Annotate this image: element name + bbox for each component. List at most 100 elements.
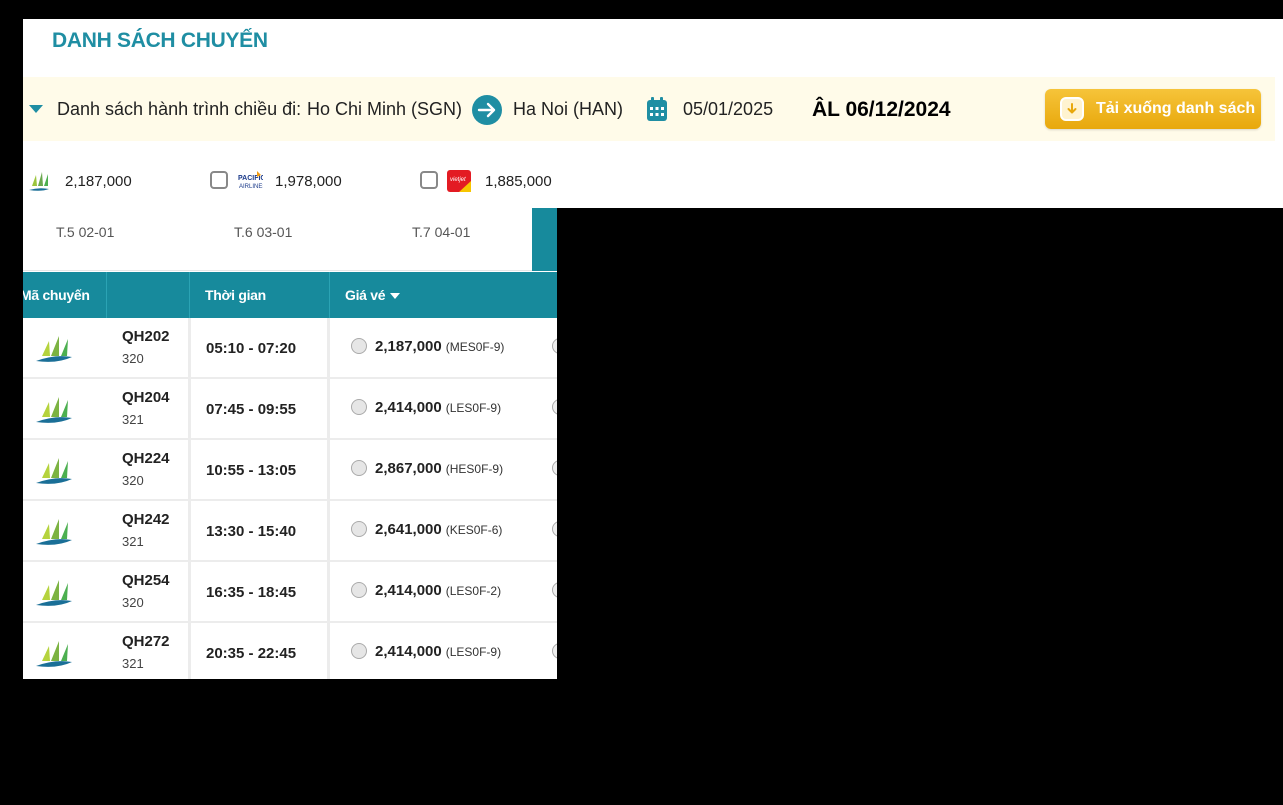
cell-divider: [327, 318, 330, 379]
header-time[interactable]: Thời gian: [205, 287, 266, 303]
fare-radio[interactable]: [351, 338, 367, 354]
table-row[interactable]: QH224 320 10:55 - 13:05 2,867,000 (HES0F-9): [23, 440, 557, 501]
download-list-label: Tải xuống danh sách: [1096, 100, 1256, 117]
header-divider: [189, 272, 190, 318]
table-row[interactable]: QH272 321 20:35 - 22:45 2,414,000 (LES0F-9): [23, 623, 557, 679]
bamboo-airways-logo: [35, 576, 73, 608]
header-price-label: Giá vé: [345, 287, 386, 303]
aircraft-type: 320: [122, 351, 144, 366]
flight-number: QH204: [122, 389, 170, 406]
fare-class: (LES0F-9): [445, 645, 502, 659]
price-value: 2,414,000: [375, 399, 442, 416]
filter-price: 2,187,000: [65, 173, 132, 190]
fare-radio[interactable]: [552, 582, 557, 598]
download-icon: [1060, 97, 1084, 121]
route-bar: Danh sách hành trình chiều đi: Ho Chi Mi…: [23, 77, 1275, 141]
flight-number: QH272: [122, 633, 170, 650]
flight-time: 16:35 - 18:45: [206, 584, 297, 601]
flight-number: QH254: [122, 572, 170, 589]
table-row[interactable]: QH242 321 13:30 - 15:40 2,641,000 (KES0F-6): [23, 501, 557, 562]
fare-price: 2,414,000 (LES0F-2): [375, 582, 501, 599]
fare-radio[interactable]: [552, 399, 557, 415]
aircraft-type: 321: [122, 534, 144, 549]
cell-divider: [327, 501, 330, 562]
aircraft-type: 320: [122, 473, 144, 488]
bamboo-airways-logo: [35, 515, 73, 547]
fare-radio[interactable]: [351, 399, 367, 415]
pacific-checkbox[interactable]: [210, 171, 228, 189]
pacific-airlines-logo: PACIFIC AIRLINES: [237, 169, 266, 193]
fare-price: 2,187,000 (MES0F-9): [375, 338, 504, 355]
fare-radio[interactable]: [351, 643, 367, 659]
flight-time: 20:35 - 22:45: [206, 645, 297, 662]
fare-class: (KES0F-6): [445, 523, 503, 537]
price-value: 2,414,000: [375, 643, 442, 660]
destination-airport: Ha Noi (HAN): [513, 99, 624, 119]
cell-divider: [327, 379, 330, 440]
fare-price: 2,414,000 (LES0F-9): [375, 399, 501, 416]
fare-radio[interactable]: [351, 521, 367, 537]
table-header: Mã chuyến Thời gian Giá vé: [23, 272, 557, 318]
aircraft-type: 321: [122, 656, 144, 671]
bamboo-airways-logo: [35, 637, 73, 669]
download-list-button[interactable]: Tải xuống danh sách: [1045, 89, 1261, 129]
cell-divider: [188, 562, 191, 623]
sort-down-icon[interactable]: [390, 293, 401, 300]
table-row[interactable]: QH254 320 16:35 - 18:45 2,414,000 (LES0F-2): [23, 562, 557, 623]
fare-radio[interactable]: [552, 338, 557, 354]
svg-text:vietjet: vietjet: [450, 177, 466, 183]
caret-down-icon[interactable]: [29, 105, 43, 113]
flight-number: QH202: [122, 328, 170, 345]
aircraft-type: 321: [122, 412, 144, 427]
fare-class: (HES0F-9): [445, 462, 504, 476]
page-title: DANH SÁCH CHUYẾN: [52, 29, 268, 52]
table-row[interactable]: QH202 320 05:10 - 07:20 2,187,000 (MES0F-9): [23, 318, 557, 379]
tab-date[interactable]: T.6 03-01: [234, 224, 292, 240]
fare-radio[interactable]: [552, 521, 557, 537]
fare-radio[interactable]: [552, 460, 557, 476]
header-price[interactable]: Giá vé: [345, 287, 401, 303]
fare-radio[interactable]: [552, 643, 557, 659]
arrow-right-icon: [472, 95, 502, 125]
header-divider: [106, 272, 107, 318]
table-row[interactable]: QH204 321 07:45 - 09:55 2,414,000 (LES0F-9): [23, 379, 557, 440]
flight-time: 07:45 - 09:55: [206, 401, 297, 418]
calendar-icon: [646, 96, 668, 122]
fare-class: (LES0F-2): [445, 584, 502, 598]
vietjet-checkbox[interactable]: [420, 171, 438, 189]
flight-list-panel: T.5 02-01 T.6 03-01 T.7 04-01 Mã chuyến …: [23, 208, 557, 679]
route-label: Danh sách hành trình chiều đi:: [57, 99, 302, 119]
header-flight[interactable]: Mã chuyến: [23, 287, 90, 303]
fare-price: 2,641,000 (KES0F-6): [375, 521, 502, 538]
filter-price: 1,978,000: [275, 173, 342, 190]
tab-date[interactable]: T.5 02-01: [56, 224, 114, 240]
cell-divider: [188, 501, 191, 562]
price-value: 2,641,000: [375, 521, 442, 538]
header-divider: [329, 272, 330, 318]
flight-number: QH242: [122, 511, 170, 528]
lunar-date: ÂL 06/12/2024: [812, 98, 951, 121]
price-value: 2,187,000: [375, 338, 442, 355]
cell-divider: [188, 623, 191, 679]
flight-time: 13:30 - 15:40: [206, 523, 297, 540]
fare-price: 2,867,000 (HES0F-9): [375, 460, 503, 477]
cell-divider: [327, 623, 330, 679]
cell-divider: [327, 562, 330, 623]
tab-date[interactable]: T.7 04-01: [412, 224, 470, 240]
cell-divider: [188, 318, 191, 379]
filter-price: 1,885,000: [485, 173, 552, 190]
flight-number: QH224: [122, 450, 170, 467]
fare-radio[interactable]: [351, 582, 367, 598]
fare-class: (LES0F-9): [445, 401, 502, 415]
departure-date[interactable]: 05/01/2025: [683, 99, 773, 120]
flight-time: 05:10 - 07:20: [206, 340, 297, 357]
vietjet-air-logo: vietjet: [447, 169, 471, 193]
bamboo-airways-logo: [27, 169, 51, 193]
fare-radio[interactable]: [351, 460, 367, 476]
fare-price: 2,414,000 (LES0F-9): [375, 643, 501, 660]
date-tabs: T.5 02-01 T.6 03-01 T.7 04-01: [23, 208, 557, 271]
tab-date-active[interactable]: [532, 208, 557, 271]
bamboo-airways-logo: [35, 332, 73, 364]
price-value: 2,414,000: [375, 582, 442, 599]
cell-divider: [327, 440, 330, 501]
